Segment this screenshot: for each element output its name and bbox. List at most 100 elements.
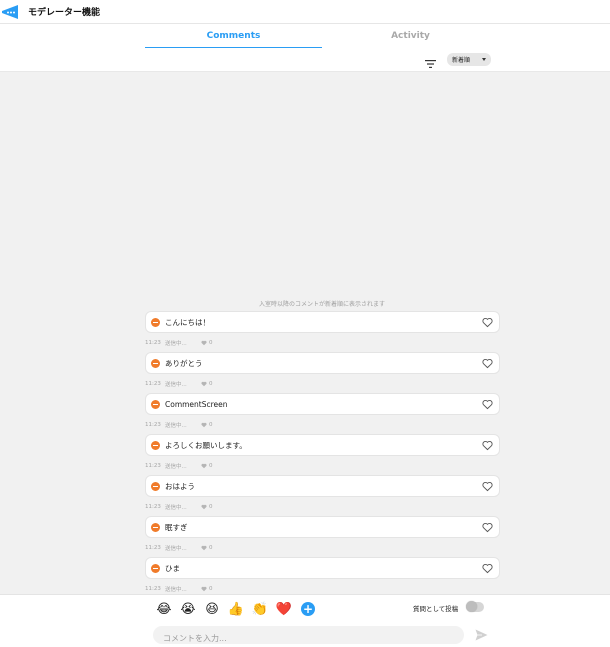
heart-small-icon (201, 340, 207, 345)
comment-time: 11:23 (145, 421, 161, 428)
heart-small-icon (201, 381, 207, 386)
comment-meta: 11:23 送信中... 0 (145, 333, 500, 352)
like-count-value: 0 (209, 503, 213, 510)
like-count: 0 (201, 586, 213, 592)
comment-card[interactable]: こんにちは！ (145, 311, 500, 333)
tab-bar: Comments Activity (0, 24, 610, 50)
tab-activity[interactable]: Activity (322, 24, 499, 48)
top-bar: モデレーター機能 (0, 0, 610, 24)
heart-icon[interactable] (482, 522, 493, 533)
grinning-squint-icon[interactable]: 😆 (200, 601, 224, 617)
comment-card[interactable]: よろしくお願いします。 (145, 434, 500, 456)
add-reaction-button[interactable]: + (301, 602, 315, 616)
heart-icon[interactable] (482, 481, 493, 492)
comment-status: 送信中... (165, 545, 187, 552)
app-title: モデレーター機能 (28, 8, 101, 18)
list-item: 眠すぎ 11:23 送信中... 0 (145, 516, 500, 557)
app-logo-icon (2, 4, 18, 20)
sort-order-select[interactable]: 新着順 (447, 53, 491, 66)
sort-bar: 新着順 (0, 48, 610, 72)
list-item: よろしくお願いします。 11:23 送信中... 0 (145, 434, 500, 475)
heart-small-icon (201, 586, 207, 591)
comment-composer: 😂 😭 😆 👍 👏 ❤️ + 質問として投稿 (0, 594, 610, 647)
heart-icon[interactable] (482, 440, 493, 451)
comment-time: 11:23 (145, 585, 161, 592)
heart-small-icon (201, 463, 207, 468)
comment-bubble-icon (151, 358, 160, 368)
tab-comments[interactable]: Comments (145, 24, 322, 48)
comment-text: CommentScreen (165, 399, 228, 409)
like-count: 0 (201, 422, 213, 428)
toggle-knob (466, 601, 477, 612)
heart-icon[interactable] (482, 358, 493, 369)
comment-bubble-icon (151, 522, 160, 532)
like-count: 0 (201, 504, 213, 510)
list-item: おはよう 11:23 送信中... 0 (145, 475, 500, 516)
comment-card[interactable]: ありがとう (145, 352, 500, 374)
comment-bubble-icon (151, 440, 160, 450)
comment-bubble-icon (151, 481, 160, 491)
comment-time: 11:23 (145, 503, 161, 510)
comment-status: 送信中... (165, 504, 187, 511)
list-item: CommentScreen 11:23 送信中... 0 (145, 393, 500, 434)
comment-card[interactable]: おはよう (145, 475, 500, 497)
list-item: こんにちは！ 11:23 送信中... 0 (145, 311, 500, 352)
reaction-bar: 😂 😭 😆 👍 👏 ❤️ + (152, 601, 315, 617)
sort-order-value: 新着順 (452, 57, 471, 64)
send-icon[interactable] (475, 629, 488, 641)
like-count-value: 0 (209, 421, 213, 428)
thumbs-up-icon[interactable]: 👍 (224, 601, 248, 617)
comment-meta: 11:23 送信中... 0 (145, 456, 500, 475)
like-count-value: 0 (209, 462, 213, 469)
laughing-tears-icon[interactable]: 😂 (152, 601, 176, 617)
comment-card[interactable]: 眠すぎ (145, 516, 500, 538)
comment-list: こんにちは！ 11:23 送信中... 0 ありがとう 11:23 送信中...… (145, 311, 500, 598)
comment-text: ひま (165, 563, 180, 573)
comment-meta: 11:23 送信中... 0 (145, 374, 500, 393)
comment-order-notice: 入室時以降のコメントが新着順に表示されます (258, 301, 385, 308)
like-count-value: 0 (209, 380, 213, 387)
list-item: ひま 11:23 送信中... 0 (145, 557, 500, 598)
comment-input-wrapper (153, 626, 464, 647)
comment-text: おはよう (165, 481, 195, 491)
like-count-value: 0 (209, 544, 213, 551)
comment-time: 11:23 (145, 380, 161, 387)
crying-face-icon[interactable]: 😭 (176, 601, 200, 617)
comment-bubble-icon (151, 317, 160, 327)
comment-bubble-icon (151, 563, 160, 573)
comment-status: 送信中... (165, 340, 187, 347)
like-count: 0 (201, 340, 213, 346)
heart-small-icon (201, 504, 207, 509)
comment-input[interactable] (153, 629, 464, 647)
list-item: ありがとう 11:23 送信中... 0 (145, 352, 500, 393)
question-toggle-label: 質問として投稿 (413, 605, 459, 613)
heart-icon[interactable] (482, 563, 493, 574)
comment-status: 送信中... (165, 422, 187, 429)
comment-bubble-icon (151, 399, 160, 409)
like-count: 0 (201, 545, 213, 551)
comment-text: よろしくお願いします。 (165, 440, 247, 450)
comment-meta: 11:23 送信中... 0 (145, 415, 500, 434)
chevron-down-icon (482, 58, 486, 61)
comment-meta: 11:23 送信中... 0 (145, 538, 500, 557)
heart-small-icon (201, 422, 207, 427)
heart-icon[interactable] (482, 399, 493, 410)
comment-status: 送信中... (165, 586, 187, 593)
comment-meta: 11:23 送信中... 0 (145, 497, 500, 516)
comment-text: 眠すぎ (165, 522, 188, 532)
clapping-hands-icon[interactable]: 👏 (248, 601, 272, 617)
like-count-value: 0 (209, 339, 213, 346)
heart-small-icon (201, 545, 207, 550)
comment-status: 送信中... (165, 463, 187, 470)
comment-card[interactable]: CommentScreen (145, 393, 500, 415)
like-count: 0 (201, 463, 213, 469)
comment-card[interactable]: ひま (145, 557, 500, 579)
comment-status: 送信中... (165, 381, 187, 388)
question-toggle[interactable] (466, 601, 484, 612)
comment-text: こんにちは！ (165, 317, 210, 327)
heart-icon[interactable] (482, 317, 493, 328)
filter-icon[interactable] (425, 54, 436, 68)
comment-time: 11:23 (145, 462, 161, 469)
red-heart-icon[interactable]: ❤️ (272, 601, 296, 617)
comment-time: 11:23 (145, 339, 161, 346)
